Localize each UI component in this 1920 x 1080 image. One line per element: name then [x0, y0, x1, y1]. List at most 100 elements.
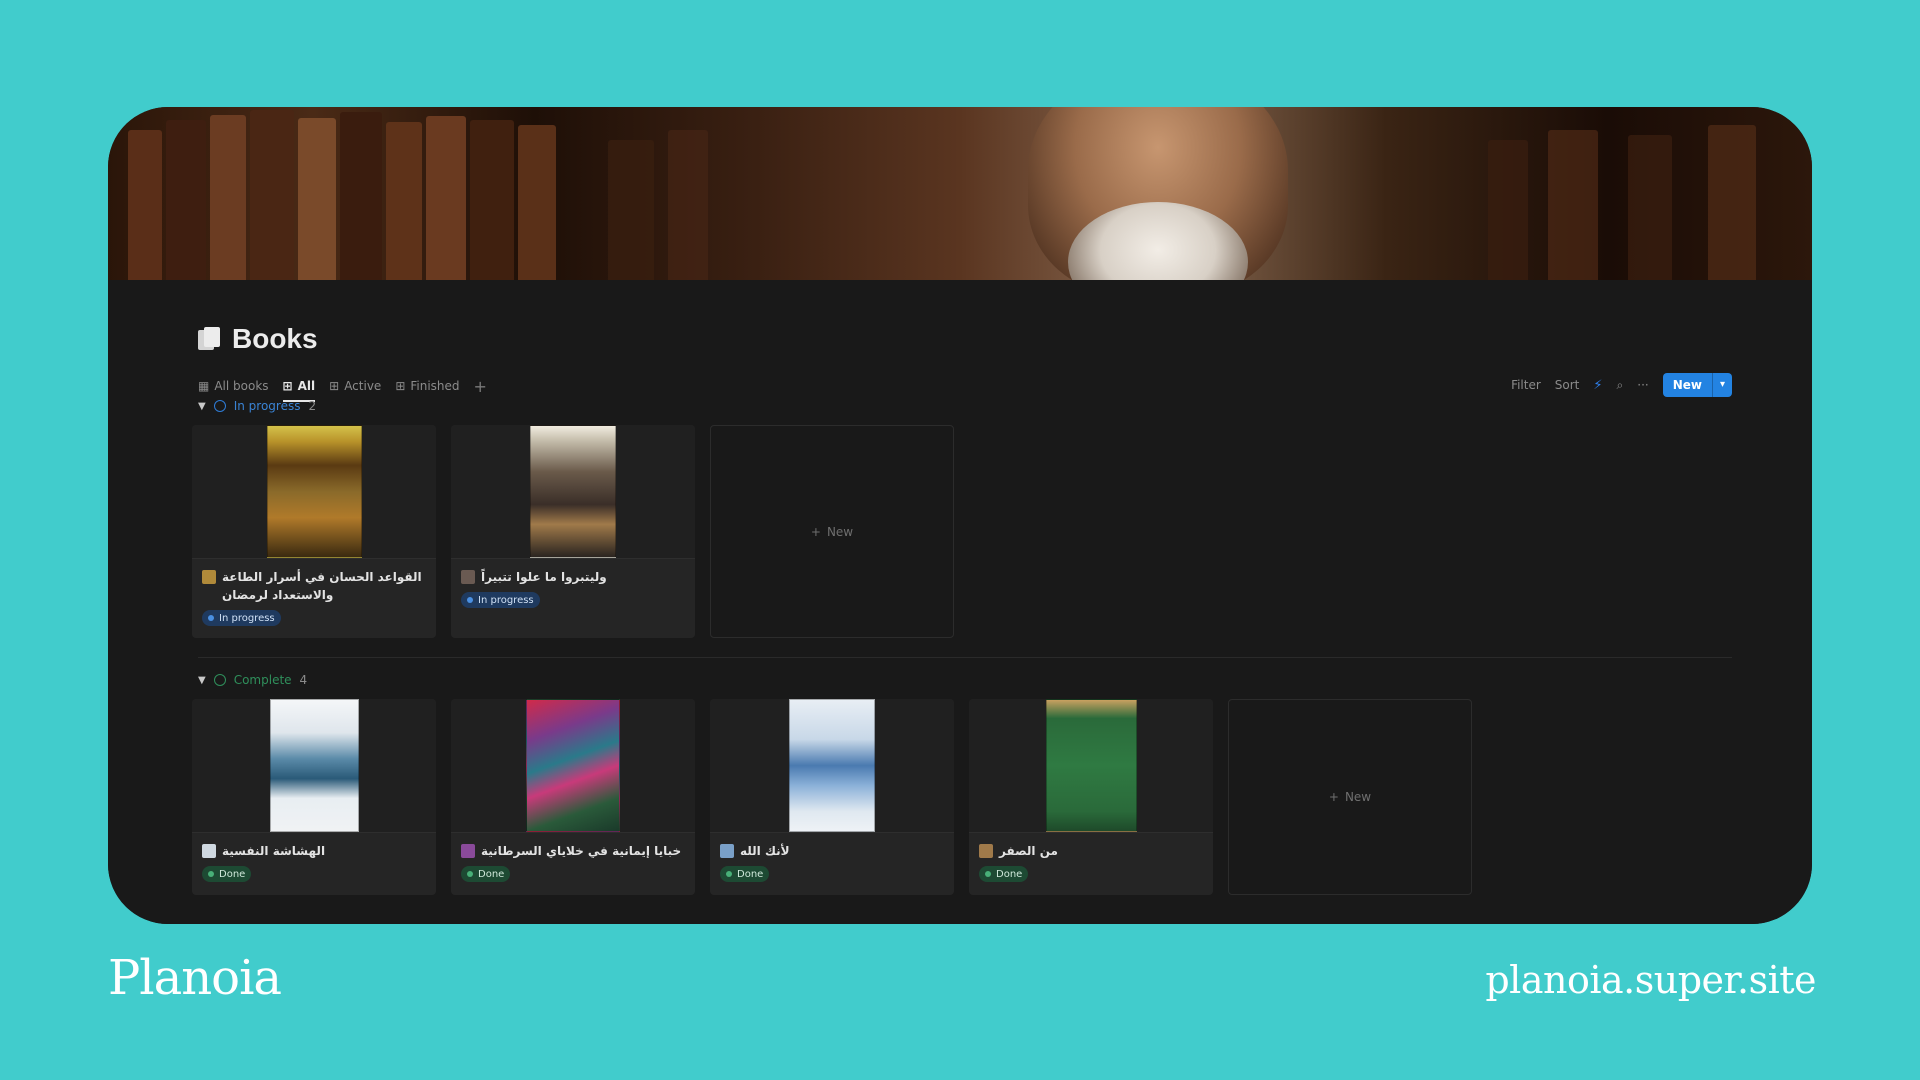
book-card[interactable]: من الصفر Done: [969, 699, 1213, 895]
card-title-row: الهشاشة النفسية: [202, 842, 426, 860]
banner-book-spine: [608, 140, 654, 280]
gallery-icon: ⊞: [282, 379, 293, 393]
caret-down-icon[interactable]: ▼: [198, 401, 206, 412]
book-card[interactable]: وليتبروا ما علوا تتبيراً In progress: [451, 425, 695, 638]
status-label: Done: [478, 868, 505, 880]
new-card-label: New: [1344, 790, 1372, 804]
more-options-icon[interactable]: ···: [1637, 378, 1648, 392]
card-body: لأنك الله Done: [710, 832, 954, 895]
page-title: Books: [232, 323, 318, 354]
tab-all-books[interactable]: ▦ All books: [198, 372, 269, 400]
caret-down-icon[interactable]: ▼: [198, 675, 206, 686]
status-label: Done: [737, 868, 764, 880]
search-icon[interactable]: ⌕: [1617, 378, 1624, 393]
add-view-button[interactable]: +: [474, 377, 487, 396]
banner-book-spine: [668, 130, 708, 280]
book-thumbnail-icon: [461, 844, 475, 858]
card-body: وليتبروا ما علوا تتبيراً In progress: [451, 558, 695, 638]
tab-all[interactable]: ⊞ All: [282, 372, 316, 402]
card-title: لأنك الله: [740, 844, 790, 858]
card-body: خبايا إيمانية في خلاياي السرطانية Done: [451, 832, 695, 895]
complete-status-icon: [213, 674, 226, 686]
tab-finished[interactable]: ⊞ Finished: [395, 372, 459, 400]
card-title: الهشاشة النفسية: [222, 844, 326, 858]
plus-icon: +: [1328, 790, 1339, 804]
database-page: Books ▦ All books ⊞ All ⊞ Active ⊞ Finis…: [108, 280, 1812, 924]
status-dot: [208, 615, 214, 621]
card-title: من الصفر: [999, 844, 1058, 858]
banner-book-spine: [1488, 140, 1528, 280]
banner-book-spine: [250, 110, 294, 280]
banner-book-spine: [298, 118, 336, 280]
book-card[interactable]: الهشاشة النفسية Done: [192, 699, 436, 895]
book-thumbnail-icon: [202, 570, 216, 584]
book-cover-image: [270, 699, 359, 832]
table-icon: ▦: [198, 379, 210, 393]
banner-book-spine: [210, 115, 246, 280]
status-dot: [726, 871, 732, 877]
book-cover-image: [526, 699, 620, 832]
card-title-row: القواعد الحسان في أسرار الطاعة والاستعدا…: [202, 568, 426, 604]
group-count: 4: [299, 673, 308, 687]
status-badge: Done: [202, 866, 252, 882]
tab-label: All books: [214, 379, 269, 393]
banner-book-spine: [1708, 125, 1756, 280]
status-dot: [208, 871, 214, 877]
status-dot: [467, 871, 473, 877]
app-frame: Books ▦ All books ⊞ All ⊞ Active ⊞ Finis…: [108, 107, 1812, 924]
book-card[interactable]: لأنك الله Done: [710, 699, 954, 895]
status-badge: Done: [720, 866, 770, 882]
brand-name: Planoia: [108, 950, 282, 1006]
new-card-button[interactable]: + New: [1228, 699, 1472, 895]
status-label: Done: [996, 868, 1023, 880]
brand-site: planoia.super.site: [1485, 958, 1816, 1002]
card-title-row: خبايا إيمانية في خلاياي السرطانية: [461, 842, 685, 860]
status-dot: [985, 871, 991, 877]
card-cover-area: [710, 699, 954, 832]
card-title: القواعد الحسان في أسرار الطاعة والاستعدا…: [222, 570, 422, 602]
database-toolbar: Filter Sort ⚡ ⌕ ··· New ▾: [1511, 372, 1732, 398]
view-tabs: ▦ All books ⊞ All ⊞ Active ⊞ Finished +: [198, 372, 487, 402]
card-cover-area: [192, 425, 436, 558]
new-card-button[interactable]: + New: [710, 425, 954, 638]
tab-active[interactable]: ⊞ Active: [329, 372, 381, 400]
book-cover-image: [267, 425, 362, 558]
plus-icon: +: [810, 524, 821, 539]
group-header-complete[interactable]: ▼ Complete 4: [198, 673, 307, 687]
status-badge: In progress: [461, 592, 540, 608]
book-thumbnail-icon: [979, 844, 993, 858]
cover-banner: [108, 107, 1812, 280]
book-cover-image: [1046, 699, 1137, 832]
automation-bolt-icon[interactable]: ⚡: [1593, 378, 1602, 393]
sort-button[interactable]: Sort: [1555, 378, 1580, 392]
banner-book-spine: [1548, 130, 1598, 280]
banner-book-spine: [128, 130, 162, 280]
in-progress-status-icon: [213, 400, 226, 412]
tab-label: All: [297, 379, 316, 393]
book-card[interactable]: القواعد الحسان في أسرار الطاعة والاستعدا…: [192, 425, 436, 638]
card-title: خبايا إيمانية في خلاياي السرطانية: [481, 844, 682, 858]
books-icon: [198, 327, 220, 351]
new-card-label: New: [826, 524, 854, 539]
group-label: Complete: [233, 673, 292, 687]
chevron-down-icon[interactable]: ▾: [1712, 373, 1732, 397]
status-badge: Done: [461, 866, 511, 882]
gallery-icon: ⊞: [395, 379, 406, 393]
book-thumbnail-icon: [202, 844, 216, 858]
card-title-row: من الصفر: [979, 842, 1203, 860]
group-label: In progress: [233, 399, 301, 413]
filter-button[interactable]: Filter: [1511, 378, 1541, 392]
card-title-row: وليتبروا ما علوا تتبيراً: [461, 568, 685, 586]
group-header-in-progress[interactable]: ▼ In progress 2: [198, 399, 316, 413]
banner-book-spine: [470, 120, 514, 280]
tab-label: Finished: [410, 379, 460, 393]
status-badge: In progress: [202, 610, 281, 626]
status-label: In progress: [219, 612, 275, 624]
book-card[interactable]: خبايا إيمانية في خلاياي السرطانية Done: [451, 699, 695, 895]
banner-book-spine: [386, 122, 422, 280]
new-button[interactable]: New: [1663, 373, 1712, 397]
tab-label: Active: [344, 379, 382, 393]
banner-book-spine: [426, 116, 466, 280]
card-title: وليتبروا ما علوا تتبيراً: [481, 570, 607, 584]
book-thumbnail-icon: [461, 570, 475, 584]
